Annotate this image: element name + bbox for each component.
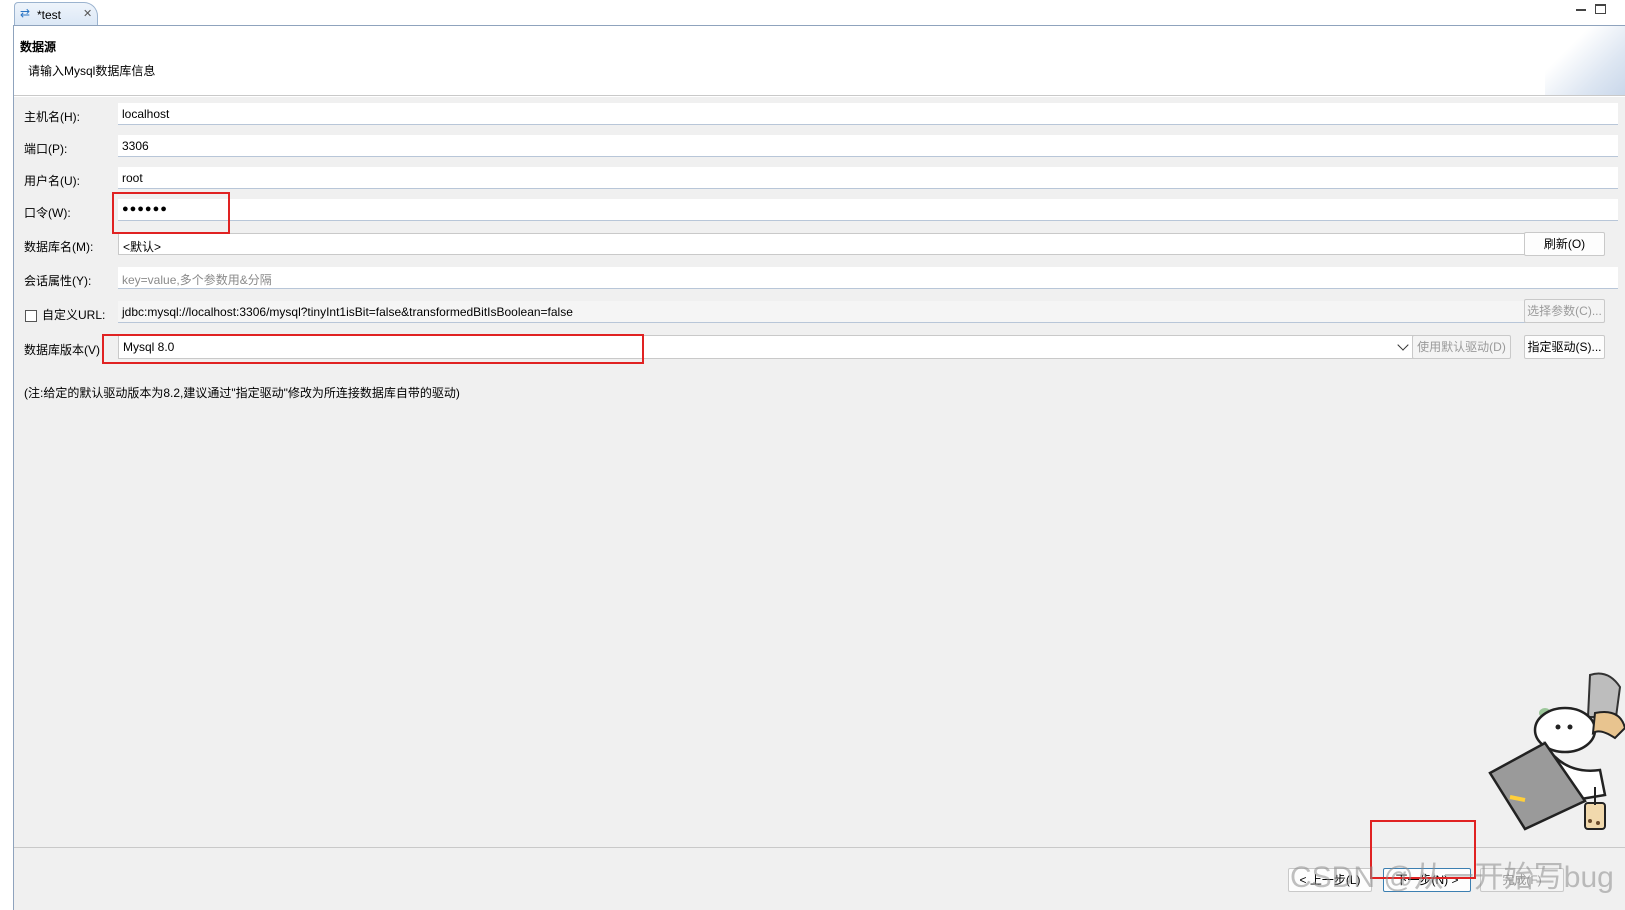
- select-params-button[interactable]: 选择参数(C)...: [1524, 299, 1605, 323]
- default-driver-button[interactable]: 使用默认驱动(D): [1412, 335, 1511, 359]
- session-properties-placeholder: key=value,多个参数用&分隔: [122, 273, 272, 287]
- connection-arrows-icon: ⇄: [20, 6, 31, 20]
- refresh-button[interactable]: 刷新(O): [1524, 232, 1605, 256]
- port-input[interactable]: 3306: [118, 135, 1618, 157]
- username-label: 用户名(U):: [24, 174, 80, 188]
- database-label: 数据库名(M):: [24, 240, 94, 254]
- wizard-header: 数据源 请输入Mysql数据库信息: [14, 26, 1625, 96]
- tab-title: *test: [37, 8, 62, 22]
- session-properties-input[interactable]: key=value,多个参数用&分隔: [118, 267, 1618, 289]
- driver-note: (注:给定的默认驱动版本为8.2,建议通过"指定驱动"修改为所连接数据库自带的驱…: [24, 386, 460, 400]
- custom-url-label: 自定义URL:: [42, 308, 106, 322]
- custom-url-checkbox[interactable]: [25, 310, 37, 322]
- db-version-highlight-box: [102, 334, 644, 364]
- port-label: 端口(P):: [24, 142, 68, 156]
- page-description: 请输入Mysql数据库信息: [28, 64, 156, 78]
- maximize-icon[interactable]: [1595, 4, 1606, 14]
- host-input[interactable]: localhost: [118, 103, 1618, 125]
- password-label: 口令(W):: [24, 206, 71, 220]
- mascot-illustration: 英: [1488, 672, 1625, 831]
- database-combo[interactable]: <默认>: [118, 233, 1526, 255]
- wizard-page: ⇄ *test ✕ 数据源 请输入Mysql数据库信息 主机名(H): loca…: [0, 0, 1625, 910]
- chevron-down-icon: [1397, 339, 1409, 351]
- session-properties-label: 会话属性(Y):: [24, 274, 92, 288]
- page-title: 数据源: [20, 40, 57, 54]
- editor-tab[interactable]: ⇄ *test ✕: [14, 2, 98, 25]
- host-label: 主机名(H):: [24, 110, 80, 124]
- close-icon[interactable]: ✕: [83, 7, 92, 20]
- custom-url-input[interactable]: jdbc:mysql://localhost:3306/mysql?tinyIn…: [118, 301, 1526, 323]
- tab-bar: ⇄ *test ✕: [0, 0, 1625, 25]
- specify-driver-button[interactable]: 指定驱动(S)...: [1524, 335, 1605, 359]
- minimize-icon[interactable]: [1574, 3, 1588, 15]
- form-panel: 主机名(H): localhost 端口(P): 3306 用户名(U): ro…: [14, 97, 1625, 847]
- password-input[interactable]: ●●●●●●: [118, 199, 1618, 221]
- header-decoration: [1545, 26, 1625, 95]
- password-highlight-box: [112, 192, 230, 234]
- db-version-label: 数据库版本(V): [24, 343, 100, 357]
- watermark: CSDN @从一开始写bug: [1290, 861, 1614, 894]
- username-input[interactable]: root: [118, 167, 1618, 189]
